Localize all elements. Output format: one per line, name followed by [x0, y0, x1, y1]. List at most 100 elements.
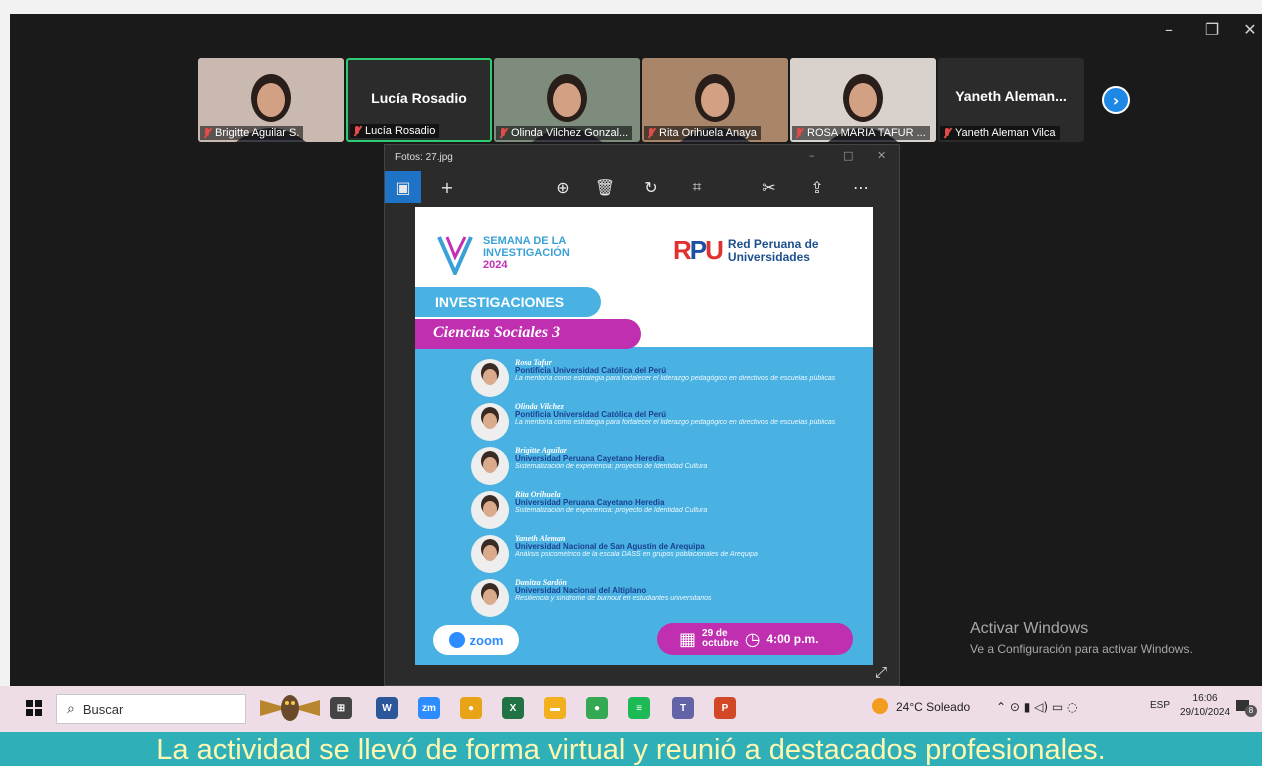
speaker-university: Universidad Peruana Cayetano Heredia: [515, 498, 665, 507]
muted-mic-icon: [942, 128, 952, 138]
participant-name-tag: ROSA MARIA TAFUR ...: [792, 126, 930, 140]
crop-icon[interactable]: ⌗: [679, 171, 715, 203]
restore-button[interactable]: ❐: [1198, 20, 1226, 39]
notification-center-icon[interactable]: 8: [1236, 698, 1258, 718]
tray-icons[interactable]: ⌃ ⊙ ▮ ◁) ▭ ◌: [996, 700, 1078, 714]
zoom-in-icon[interactable]: ⊕: [545, 171, 581, 203]
area-banner: Ciencias Sociales 3: [415, 319, 641, 349]
participant-strip: Brigitte Aguilar S. Lucía Rosadio Lucía Ro…: [198, 58, 1088, 142]
date-time-badge: ▦ 29 de octubre ◷ 4:00 p.m.: [657, 623, 853, 655]
speaker-topic: Sistematización de experiencia: proyecto…: [515, 507, 708, 514]
weather-icon: [872, 698, 888, 714]
rpu-mark: RPU: [673, 235, 724, 265]
speaker-topic: La mentoría como estrategia para fortale…: [515, 419, 836, 426]
delete-icon[interactable]: 🗑: [587, 171, 623, 203]
speaker-entry: Olinda Vilchez Pontificia Universidad Cat…: [471, 403, 851, 447]
speaker-topic: Sistematización de experiencia: proyecto…: [515, 463, 708, 470]
semana-title: SEMANA DE LA INVESTIGACIÓN 2024: [483, 235, 570, 271]
windows-start-icon[interactable]: [26, 700, 42, 716]
participant-name-tag: Brigitte Aguilar S.: [200, 126, 304, 140]
participant-name: ROSA MARIA TAFUR ...: [807, 127, 926, 139]
muted-mic-icon: [202, 128, 212, 138]
rpu-logo: RPU Red Peruana de Universidades: [673, 235, 819, 265]
participant-big-name: Yaneth Aleman...: [955, 88, 1067, 104]
spotify-icon[interactable]: ≡: [628, 697, 650, 719]
file-explorer-icon[interactable]: ▬: [544, 697, 566, 719]
excel-icon[interactable]: X: [502, 697, 524, 719]
speaker-university: Pontificia Universidad Católica del Perú: [515, 410, 667, 419]
zoom-meeting-window: – ❐ ✕ Brigitte Aguilar S. Lucía Rosadio Lu…: [10, 14, 1262, 686]
calendar-icon: ▦: [679, 628, 697, 650]
speaker-university: Universidad Peruana Cayetano Heredia: [515, 454, 665, 463]
close-button[interactable]: ✕: [1236, 20, 1262, 39]
clock[interactable]: 16:06 29/10/2024: [1180, 692, 1230, 720]
photos-maximize-button[interactable]: □: [843, 149, 853, 162]
speaker-photo: [471, 447, 509, 485]
speaker-photo: [471, 491, 509, 529]
photos-minimize-button[interactable]: –: [809, 149, 815, 162]
participant-name: Yaneth Aleman Vilca: [955, 127, 1056, 139]
activate-windows-watermark: Activar Windows Ve a Configuración para …: [970, 620, 1193, 656]
muted-mic-icon: [498, 128, 508, 138]
speaker-topic: La mentoría como estrategia para fortale…: [515, 375, 836, 382]
speaker-entry: Danitza Sardón Universidad Nacional del A…: [471, 579, 851, 623]
screen-frame-left: [0, 14, 10, 686]
powerpoint-icon[interactable]: P: [714, 697, 736, 719]
zoom-badge: zoom: [433, 625, 519, 655]
participant-name: Olinda Vilchez Gonzal...: [511, 127, 629, 139]
participant-tile[interactable]: Rita Orihuela Anaya: [642, 58, 788, 142]
investigaciones-banner: INVESTIGACIONES: [415, 287, 601, 317]
expand-icon[interactable]: ⤢: [875, 663, 887, 681]
participant-name-tag: Yaneth Aleman Vilca: [940, 126, 1060, 140]
language-indicator[interactable]: ESP: [1150, 700, 1170, 711]
participant-tile[interactable]: Yaneth Aleman... Yaneth Aleman Vilca: [938, 58, 1084, 142]
weather-text[interactable]: 24°C Soleado: [896, 700, 970, 714]
speaker-topic: Resiliencia y síndrome de burnout en est…: [515, 595, 712, 602]
speaker-photo: [471, 535, 509, 573]
share-icon[interactable]: ⇪: [799, 171, 835, 203]
muted-mic-icon: [352, 126, 362, 136]
speakers-list: Rosa Tafur Pontificia Universidad Católic…: [471, 359, 851, 623]
event-poster: SEMANA DE LA INVESTIGACIÓN 2024 RPU Red …: [415, 207, 873, 665]
task-view-icon[interactable]: ⊞: [330, 697, 352, 719]
speaker-university: Universidad Nacional de San Agustín de A…: [515, 542, 705, 551]
participant-tile[interactable]: Brigitte Aguilar S.: [198, 58, 344, 142]
add-icon[interactable]: +: [429, 171, 465, 203]
chrome-icon[interactable]: ●: [460, 697, 482, 719]
muted-mic-icon: [794, 128, 804, 138]
participant-name-tag: Lucía Rosadio: [350, 124, 440, 138]
word-icon[interactable]: W: [376, 697, 398, 719]
semana-logo-icon: [437, 236, 473, 275]
clock-icon: ◷: [744, 628, 761, 650]
chevron-right-icon: ›: [1112, 90, 1120, 110]
teams-icon[interactable]: T: [672, 697, 694, 719]
participant-tile[interactable]: Olinda Vilchez Gonzal...: [494, 58, 640, 142]
muted-mic-icon: [646, 128, 656, 138]
zoom-app-icon[interactable]: zm: [418, 697, 440, 719]
screen-frame-top: [0, 0, 1262, 14]
notification-count: 8: [1245, 705, 1257, 717]
search-icon: ⌕: [67, 701, 75, 717]
speaker-entry: Brigitte Aguilar Universidad Peruana Caye…: [471, 447, 851, 491]
speaker-entry: Yaneth Aleman Universidad Nacional de San…: [471, 535, 851, 579]
participant-name-tag: Rita Orihuela Anaya: [644, 126, 761, 140]
zoom-logo-icon: [448, 632, 465, 648]
minimize-button[interactable]: –: [1155, 20, 1183, 39]
image-icon[interactable]: ▣: [385, 171, 421, 203]
edit-icon[interactable]: ✂: [751, 171, 787, 203]
participant-tile[interactable]: Lucía Rosadio Lucía Rosadio: [346, 58, 492, 142]
participant-name-tag: Olinda Vilchez Gonzal...: [496, 126, 633, 140]
photos-title: Fotos: 27.jpg: [395, 152, 453, 163]
owl-widget-icon[interactable]: [258, 692, 322, 724]
photos-close-button[interactable]: ✕: [877, 149, 886, 162]
rotate-icon[interactable]: ↻: [633, 171, 669, 203]
speaker-university: Universidad Nacional del Altiplano: [515, 586, 647, 595]
speaker-entry: Rosa Tafur Pontificia Universidad Católic…: [471, 359, 851, 403]
chrome-profile-icon[interactable]: ●: [586, 697, 608, 719]
photos-viewer-window: Fotos: 27.jpg – □ ✕ ▣ + ⊕ 🗑 ↻ ⌗ ✂ ⇪ ⋯ SEMANA DE …: [384, 144, 900, 686]
participant-tile[interactable]: ROSA MARIA TAFUR ...: [790, 58, 936, 142]
more-icon[interactable]: ⋯: [843, 171, 879, 203]
next-participants-button[interactable]: ›: [1102, 86, 1130, 114]
taskbar-search-box[interactable]: ⌕ Buscar: [56, 694, 246, 724]
windows-taskbar: ⌕ Buscar ⊞ Wzm ● X ▬ ● ≡ T P 24°C Soleado ⌃ ⊙ ▮ …: [0, 686, 1262, 732]
